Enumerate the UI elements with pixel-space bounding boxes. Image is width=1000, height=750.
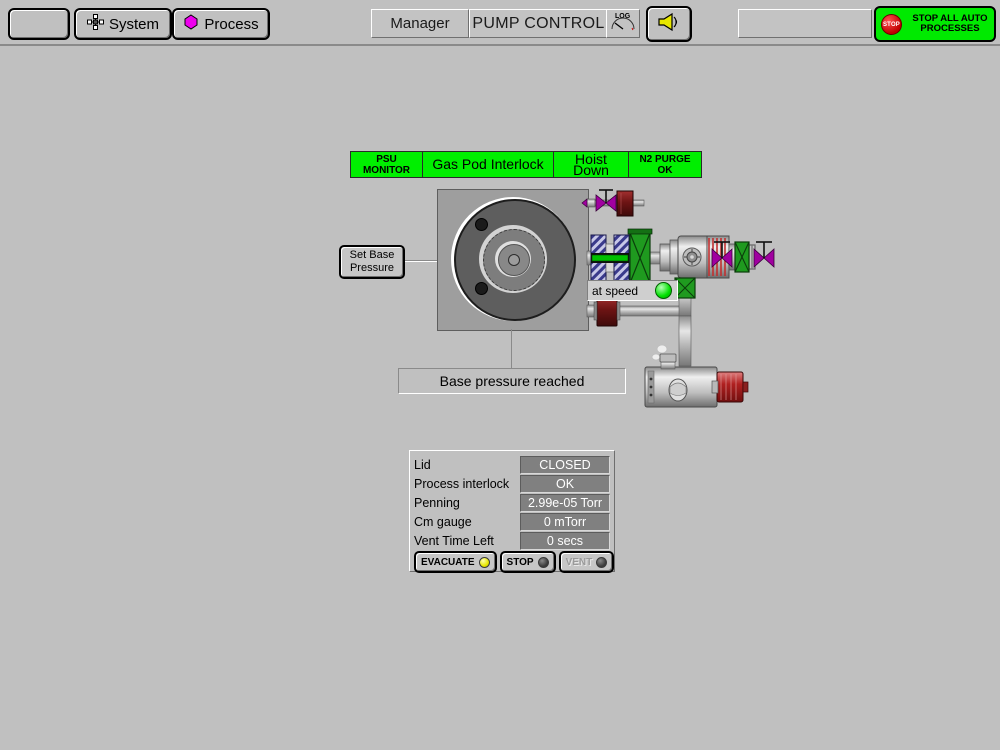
status-row: Penning 2.99e-05 Torr (414, 493, 610, 512)
roughing-pump[interactable] (644, 344, 749, 408)
evacuate-button-label: EVACUATE (421, 556, 475, 568)
vent-button-label: VENT (565, 556, 593, 568)
pump-status-panel: Lid CLOSED Process interlock OK Penning 2.99e… (409, 450, 616, 573)
plumbing-diagram (581, 189, 775, 408)
process-button-label: Process (204, 15, 259, 33)
turbo-inlet-valve[interactable] (627, 228, 653, 288)
system-button-label: System (108, 15, 159, 33)
vent-button: VENT (558, 551, 615, 573)
status-row-value: OK (520, 474, 610, 493)
speaker-horn-icon (656, 12, 682, 36)
vent-led (596, 556, 608, 568)
stop-button-label: STOP (506, 556, 534, 568)
status-row-label: Penning (414, 495, 460, 510)
vent-line-block-valve[interactable] (616, 190, 634, 217)
exhaust-isolation-valve[interactable] (734, 241, 750, 273)
stop-led (537, 556, 549, 568)
status-message-text: Base pressure reached (439, 373, 585, 389)
status-row-value: 0 mTorr (520, 512, 610, 531)
manager-field-label: Manager (390, 15, 450, 32)
network-nodes-icon (86, 14, 104, 34)
log-gauge-icon: LOG (609, 10, 637, 38)
gate-valve[interactable] (590, 234, 630, 282)
log-button[interactable]: LOG (606, 9, 640, 38)
stop-badge-text: STOP (882, 21, 901, 28)
stop-button[interactable]: STOP (499, 551, 556, 573)
status-row: Vent Time Left 0 secs (414, 531, 610, 550)
process-button[interactable]: Process (172, 8, 270, 40)
system-button[interactable]: System (74, 8, 172, 40)
evacuate-led (478, 556, 490, 568)
at-speed-led (655, 282, 672, 299)
manager-field[interactable]: Manager (371, 9, 469, 38)
status-row-label: Cm gauge (414, 514, 472, 529)
sound-button[interactable] (646, 6, 692, 42)
stop-all-auto-processes-button[interactable]: STOP STOP ALL AUTO PROCESSES (874, 6, 996, 42)
blank-toolbar-button[interactable] (8, 8, 70, 40)
top-toolbar: System Process Manager PUMP CONTROL LOG (0, 0, 1000, 46)
status-row-label: Lid (414, 457, 431, 472)
status-message-box: Base pressure reached (398, 368, 626, 394)
process-mimic-canvas: PSU MONITOR Gas Pod Interlock Hoist Down N2… (0, 46, 1000, 750)
status-row: Process interlock OK (414, 474, 610, 493)
pump-control-buttons: EVACUATE STOP VENT (410, 551, 616, 573)
status-row-value: 2.99e-05 Torr (520, 493, 610, 512)
blank-status-field (738, 9, 872, 38)
status-row-label: Process interlock (414, 476, 510, 491)
status-row-value: CLOSED (520, 455, 610, 474)
screen-title: PUMP CONTROL (472, 14, 605, 32)
status-row-value: 0 secs (520, 531, 610, 550)
stop-sign-icon: STOP (881, 14, 902, 35)
status-row-label: Vent Time Left (414, 533, 494, 548)
backing-line-valve[interactable] (674, 277, 696, 299)
status-row: Cm gauge 0 mTorr (414, 512, 610, 531)
chamber-vent-manual-valve[interactable] (581, 189, 617, 212)
pump-status-rows: Lid CLOSED Process interlock OK Penning 2.99e… (414, 455, 610, 550)
message-leader-line (511, 329, 512, 368)
status-row: Lid CLOSED (414, 455, 610, 474)
screen-title-field: PUMP CONTROL (469, 9, 608, 38)
at-speed-label: at speed (592, 283, 639, 298)
magenta-hexagon-icon (183, 14, 199, 34)
stop-all-label: STOP ALL AUTO PROCESSES (912, 13, 988, 34)
evacuate-button[interactable]: EVACUATE (414, 551, 497, 573)
